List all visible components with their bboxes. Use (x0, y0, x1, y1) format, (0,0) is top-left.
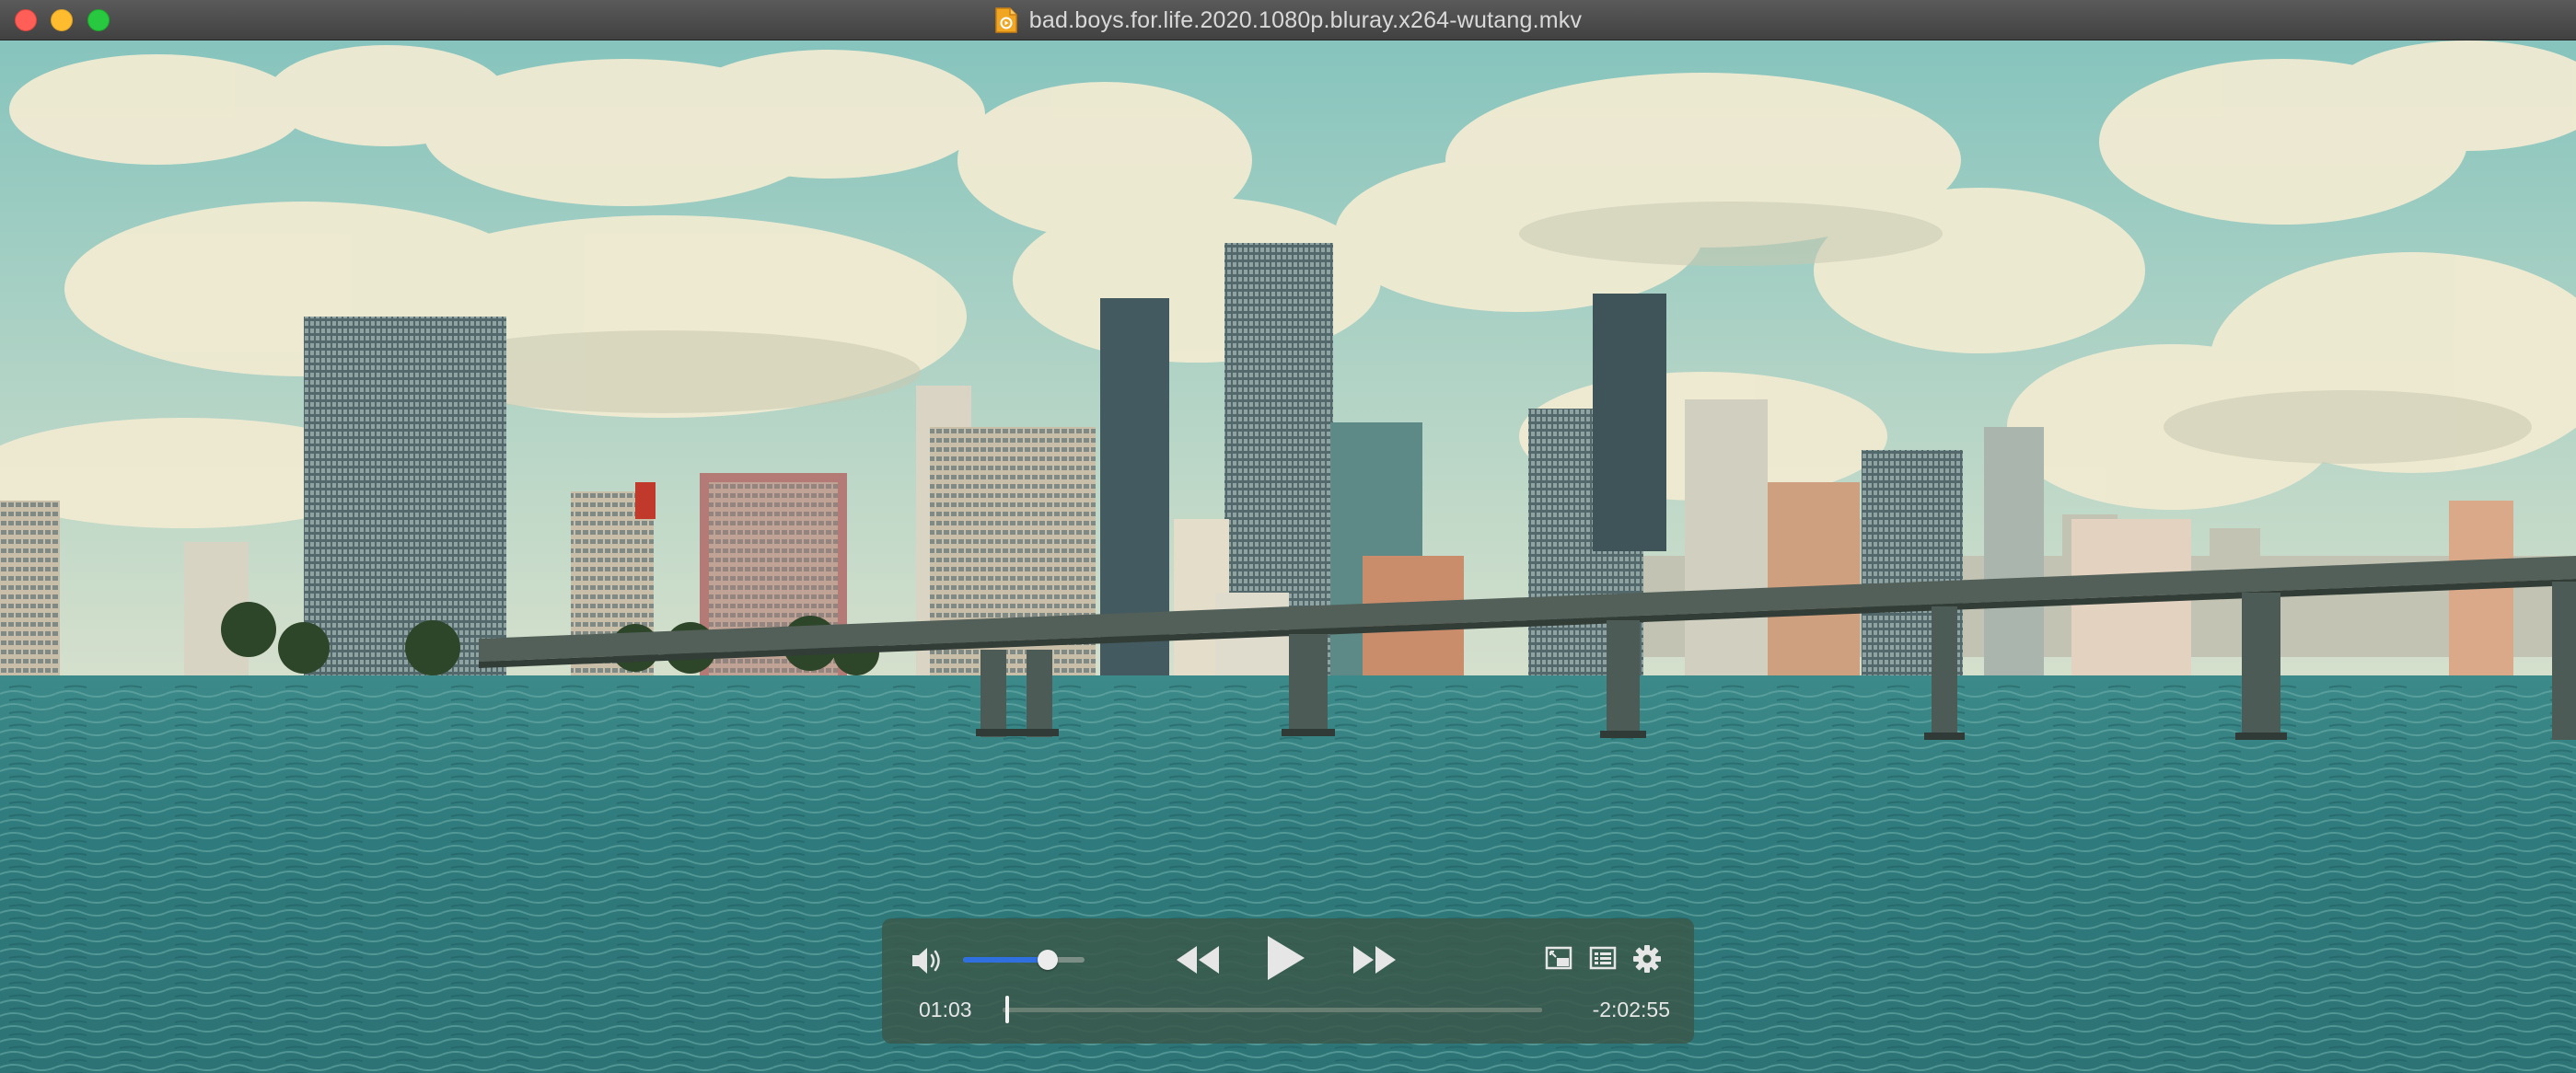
speaker-icon[interactable] (910, 944, 945, 977)
remaining-time: -2:02:55 (1592, 998, 1670, 1021)
seek-knob[interactable] (1004, 996, 1009, 1023)
play-icon[interactable] (1264, 933, 1306, 983)
volume-level (963, 957, 1049, 963)
window-title: bad.boys.for.life.2020.1080p.bluray.x264… (1028, 6, 1583, 33)
fast-forward-icon[interactable] (1352, 942, 1398, 977)
title-group: bad.boys.for.life.2020.1080p.bluray.x264… (0, 0, 2576, 40)
volume-slider[interactable] (963, 957, 1085, 963)
title-bar[interactable]: bad.boys.for.life.2020.1080p.bluray.x264… (0, 0, 2576, 40)
player-window: bad.boys.for.life.2020.1080p.bluray.x264… (0, 0, 2576, 1073)
playlist-icon[interactable] (1589, 946, 1617, 972)
gear-icon[interactable] (1632, 944, 1662, 974)
rewind-icon[interactable] (1175, 942, 1221, 977)
video-file-icon (995, 7, 1017, 33)
seek-bar[interactable] (1003, 1008, 1542, 1012)
picture-in-picture-icon[interactable] (1545, 946, 1572, 972)
on-screen-controller: 01:03 -2:02:55 (882, 918, 1694, 1044)
current-time: 01:03 (919, 998, 972, 1021)
volume-knob[interactable] (1038, 950, 1059, 970)
